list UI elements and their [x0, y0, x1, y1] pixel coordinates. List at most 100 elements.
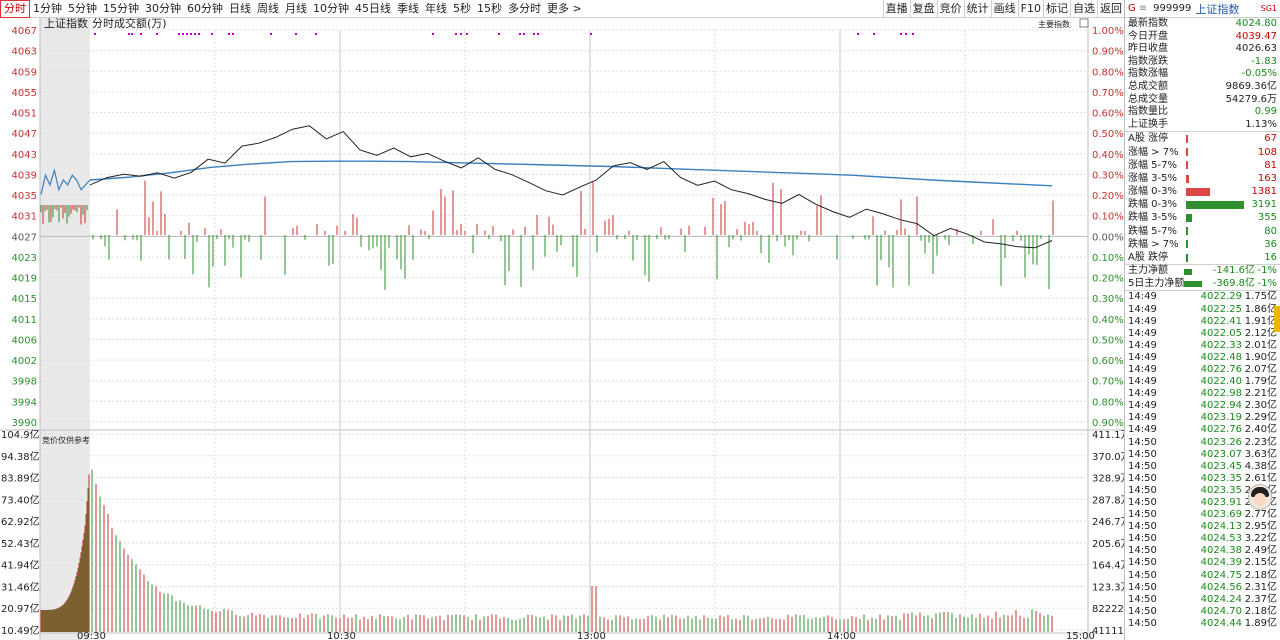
event-marker[interactable]: [140, 33, 142, 35]
event-marker[interactable]: [131, 33, 133, 35]
timeframe-tab[interactable]: 更多 >: [544, 0, 585, 18]
toolbar-button[interactable]: 统计: [963, 0, 991, 18]
event-marker[interactable]: [498, 33, 500, 35]
price-tick-label: 4015: [12, 294, 37, 305]
event-marker[interactable]: [182, 33, 184, 35]
breadth-bar-track: [1186, 200, 1248, 209]
tick-row[interactable]: 14:49 4023.19 2.29亿: [1125, 412, 1280, 424]
tick-row[interactable]: 14:50 4023.26 2.23亿: [1125, 437, 1280, 449]
tick-row[interactable]: 14:50 4024.70 2.18亿: [1125, 606, 1280, 618]
timeframe-tab[interactable]: 多分时: [505, 0, 544, 18]
fund-flow-row: 主力净额 -141.6亿 -1%: [1125, 265, 1280, 278]
tick-row[interactable]: 14:49 4022.29 1.75亿: [1125, 291, 1280, 303]
tick-row[interactable]: 14:50 4024.53 3.22亿: [1125, 533, 1280, 545]
timeframe-tab[interactable]: 30分钟: [142, 0, 184, 18]
timeframe-tab[interactable]: 1分钟: [30, 0, 65, 18]
event-marker[interactable]: [178, 33, 180, 35]
tick-row[interactable]: 14:49 4022.40 1.79亿: [1125, 376, 1280, 388]
tick-price: 4023.69: [1200, 509, 1242, 521]
toolbar-button[interactable]: F10: [1017, 0, 1043, 18]
toolbar-button[interactable]: 标记: [1043, 0, 1070, 18]
event-marker[interactable]: [455, 33, 457, 35]
tick-row[interactable]: 14:49 4022.98 2.21亿: [1125, 388, 1280, 400]
timeframe-tab[interactable]: 45日线: [352, 0, 394, 18]
event-marker[interactable]: [194, 33, 196, 35]
tick-row[interactable]: 14:50 4023.45 4.38亿: [1125, 461, 1280, 473]
event-marker[interactable]: [198, 33, 200, 35]
timeframe-tab[interactable]: 15分钟: [100, 0, 142, 18]
symbol-tag: SG1: [1260, 4, 1277, 13]
tick-row[interactable]: 14:50 4024.13 2.95亿: [1125, 521, 1280, 533]
tick-row[interactable]: 14:49 4022.76 2.07亿: [1125, 364, 1280, 376]
event-marker[interactable]: [460, 33, 462, 35]
assistant-avatar-icon[interactable]: [1248, 484, 1272, 510]
event-marker[interactable]: [315, 33, 317, 35]
toolbar-button[interactable]: 画线: [990, 0, 1018, 18]
tick-row[interactable]: 14:49 4022.33 2.01亿: [1125, 340, 1280, 352]
timeframe-tab[interactable]: 周线: [254, 0, 282, 18]
event-marker[interactable]: [228, 33, 230, 35]
tick-row[interactable]: 14:50 4024.44 1.89亿: [1125, 618, 1280, 630]
event-marker[interactable]: [590, 33, 592, 35]
toolbar-button[interactable]: 竞价: [936, 0, 964, 18]
timeframe-tab[interactable]: 60分钟: [184, 0, 226, 18]
event-marker[interactable]: [905, 33, 907, 35]
event-marker[interactable]: [533, 33, 535, 35]
symbol-code[interactable]: 999999: [1153, 3, 1191, 14]
tick-row[interactable]: 14:50 4023.69 2.77亿: [1125, 509, 1280, 521]
tick-row[interactable]: 14:50 4024.24 2.37亿: [1125, 594, 1280, 606]
toolbar-button[interactable]: 直播: [882, 0, 910, 18]
event-marker[interactable]: [519, 33, 521, 35]
menu-icon[interactable]: ≡: [1139, 3, 1147, 14]
tick-price: 4024.24: [1200, 593, 1242, 605]
event-marker[interactable]: [232, 33, 234, 35]
event-marker[interactable]: [900, 33, 902, 35]
event-marker[interactable]: [466, 33, 468, 35]
event-marker[interactable]: [295, 33, 297, 35]
event-marker[interactable]: [857, 33, 859, 35]
tick-row[interactable]: 14:49 4022.25 1.86亿: [1125, 304, 1280, 316]
side-tab-handle[interactable]: [1274, 306, 1280, 332]
tick-row[interactable]: 14:50 4023.07 3.63亿: [1125, 449, 1280, 461]
timeframe-tab[interactable]: 月线: [282, 0, 310, 18]
event-marker[interactable]: [186, 33, 188, 35]
tick-row[interactable]: 14:49 4022.76 2.40亿: [1125, 424, 1280, 436]
toolbar-button[interactable]: 返回: [1097, 0, 1124, 18]
tick-list[interactable]: 14:49 4022.29 1.75亿 14:49 4022.25 1.86亿 14:49 4…: [1125, 290, 1280, 630]
tick-row[interactable]: 14:50 4024.39 2.15亿: [1125, 557, 1280, 569]
event-marker[interactable]: [523, 33, 525, 35]
event-marker[interactable]: [94, 33, 96, 35]
intraday-chart[interactable]: 4067 1.00% 4063 0.90% 4059 0.80% 4055 0.70% 4051…: [0, 18, 1124, 640]
main-index-label[interactable]: 主要指数: [1038, 19, 1070, 29]
event-marker[interactable]: [270, 33, 272, 35]
tick-row[interactable]: 14:49 4022.94 2.30亿: [1125, 400, 1280, 412]
timeframe-tab[interactable]: 日线: [226, 0, 254, 18]
tick-row[interactable]: 14:50 4024.75 2.18亿: [1125, 570, 1280, 582]
event-marker[interactable]: [156, 33, 158, 35]
timeframe-tab[interactable]: 15秒: [474, 0, 505, 18]
tick-row[interactable]: 14:49 4022.05 2.12亿: [1125, 328, 1280, 340]
event-marker[interactable]: [211, 33, 213, 35]
event-marker[interactable]: [128, 33, 130, 35]
timeframe-tab[interactable]: 10分钟: [310, 0, 352, 18]
tick-row[interactable]: 14:50 4023.35 2.61亿: [1125, 473, 1280, 485]
tick-row[interactable]: 14:50 4024.56 2.31亿: [1125, 582, 1280, 594]
timeframe-tab[interactable]: 年线: [422, 0, 450, 18]
tick-row[interactable]: 14:49 4022.48 1.90亿: [1125, 352, 1280, 364]
tick-row[interactable]: 14:50 4024.38 2.49亿: [1125, 545, 1280, 557]
toolbar-button[interactable]: 自选: [1070, 0, 1097, 18]
toolbar-button[interactable]: 复盘: [909, 0, 937, 18]
timeframe-tab[interactable]: 季线: [394, 0, 422, 18]
timeframe-tab[interactable]: 分时: [0, 0, 30, 18]
timeframe-tab[interactable]: 5分钟: [65, 0, 100, 18]
event-marker[interactable]: [190, 33, 192, 35]
event-marker[interactable]: [432, 33, 434, 35]
tick-row[interactable]: 14:49 4022.41 1.91亿: [1125, 316, 1280, 328]
symbol-name[interactable]: 上证指数: [1195, 1, 1239, 17]
timeframe-tab[interactable]: 5秒: [450, 0, 474, 18]
event-marker[interactable]: [912, 33, 914, 35]
event-marker[interactable]: [537, 33, 539, 35]
event-marker[interactable]: [873, 33, 875, 35]
breadth-bar-track: [1186, 253, 1248, 262]
tick-price: 4024.38: [1200, 545, 1242, 557]
